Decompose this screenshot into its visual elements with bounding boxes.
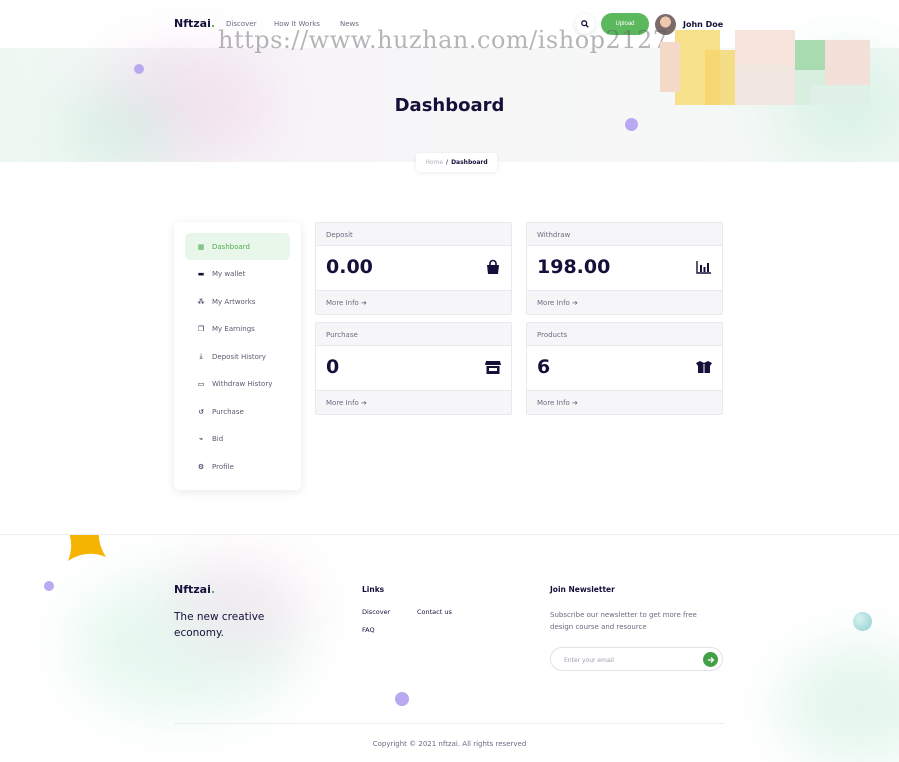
links-heading: Links [362,585,385,594]
card-title: Withdraw [527,223,722,246]
breadcrumb-home[interactable]: Home [425,159,443,166]
stat-card-deposit: Deposit 0.00 More Info ➔ [315,222,512,315]
bar-chart-icon [696,261,711,274]
shopping-bag-icon [487,259,499,274]
sidebar-item-profile[interactable]: ⚙ Profile [185,453,290,480]
watermark-text: https://www.huzhan.com/ishop2127 [218,26,669,54]
card-title: Deposit [316,223,511,246]
earnings-icon: ❐ [197,324,205,333]
decor-dot [134,64,144,74]
decor-dot [395,692,409,706]
sidebar-item-label: My Artworks [212,297,256,306]
site-footer: Nftzai. The new creative economy. Links … [0,534,899,762]
store-icon [485,361,501,374]
more-info-link[interactable]: More Info ➔ [527,290,722,314]
arrow-right-icon [707,656,714,663]
card-value: 0 [326,356,340,378]
decor-dot [625,118,638,131]
sidebar-item-label: Dashboard [212,242,250,251]
sidebar-item-label: Profile [212,462,234,471]
wallet-icon: ▬ [197,269,205,278]
newsletter-form [550,647,723,671]
sidebar-item-purchase[interactable]: ↺ Purchase [185,398,290,425]
email-input[interactable] [564,654,694,666]
card-title: Purchase [316,323,511,346]
more-info-link[interactable]: More Info ➔ [527,390,722,414]
dashboard-sidebar: ▦ Dashboard ▬ My wallet ⁂ My Artworks ❐ My E… [174,222,301,490]
breadcrumb: Home / Dashboard [416,153,497,172]
more-info-link[interactable]: More Info ➔ [316,390,511,414]
sidebar-item-deposit-history[interactable]: ⤓ Deposit History [185,343,290,370]
sidebar-item-bid[interactable]: ⌁ Bid [185,425,290,452]
copyright-text: Copyright © 2021 nftzai. All rights rese… [372,740,527,748]
newsletter-heading: Join Newsletter [550,585,615,594]
decor-dot [853,612,872,631]
sidebar-item-label: Purchase [212,407,244,416]
footer-link-faq[interactable]: FAQ [362,626,375,634]
bid-chart-icon: ⌁ [198,434,204,443]
decor-dot [44,581,54,591]
sidebar-item-label: Bid [212,434,224,443]
star-sparkle-icon [68,535,106,561]
breadcrumb-current: Dashboard [451,159,488,166]
sidebar-item-label: Deposit History [212,352,266,361]
sidebar-item-label: Withdraw History [212,379,273,388]
sidebar-item-withdraw-history[interactable]: ▭ Withdraw History [185,370,290,397]
footer-link-discover[interactable]: Discover [362,608,390,616]
open-box-icon [696,361,712,373]
grid-icon: ▦ [197,242,205,251]
card-value: 0.00 [326,256,373,278]
newsletter-description: Subscribe our newsletter to get more fre… [550,611,697,631]
sidebar-item-label: My wallet [212,269,246,278]
sidebar-item-my-earnings[interactable]: ❐ My Earnings [185,315,290,342]
purchase-icon: ↺ [198,407,204,416]
sidebar-item-dashboard[interactable]: ▦ Dashboard [185,233,290,260]
sidebar-item-my-wallet[interactable]: ▬ My wallet [185,260,290,287]
subscribe-button[interactable] [703,652,718,667]
footer-tagline: The new creative economy. [174,611,265,639]
card-value: 198.00 [537,256,611,278]
stat-card-purchase: Purchase 0 More Info ➔ [315,322,512,415]
page-title: Dashboard [394,95,505,116]
profile-gear-icon: ⚙ [197,462,205,471]
card-title: Products [527,323,722,346]
footer-link-contact-us[interactable]: Contact us [417,608,452,616]
stat-card-products: Products 6 More Info ➔ [526,322,723,415]
artworks-icon: ⁂ [197,297,205,306]
deposit-icon: ⤓ [199,352,203,360]
sidebar-item-label: My Earnings [212,324,255,333]
breadcrumb-separator: / [446,159,449,166]
more-info-link[interactable]: More Info ➔ [316,290,511,314]
card-value: 6 [537,356,551,378]
footer-divider [174,723,724,724]
withdraw-icon: ▭ [197,379,205,388]
stat-card-withdraw: Withdraw 198.00 More Info ➔ [526,222,723,315]
footer-logo[interactable]: Nftzai. [174,583,215,596]
sidebar-item-my-artworks[interactable]: ⁂ My Artworks [185,288,290,315]
brand-logo[interactable]: Nftzai. [174,17,215,30]
user-name[interactable]: John Doe [683,20,723,29]
